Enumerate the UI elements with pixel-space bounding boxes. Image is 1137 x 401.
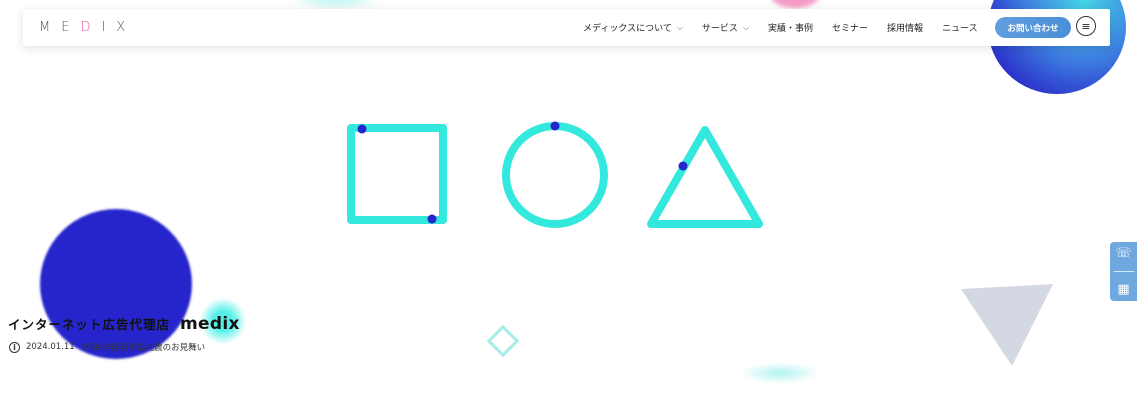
gray-triangle-shape: [961, 284, 1053, 366]
phone-icon[interactable]: ☏: [1115, 247, 1131, 260]
nav-item-label: ニュース: [942, 24, 978, 34]
nav-item-label: 実績・事例: [768, 24, 814, 34]
chevron-down-icon: ⌵: [742, 22, 750, 32]
nav-item-seminar[interactable]: セミナー: [832, 21, 868, 34]
logo-text-accent: D: [80, 20, 102, 35]
side-tabs-divider: [1113, 270, 1134, 272]
nav-item-about[interactable]: メディックスについて ⌵: [583, 21, 683, 35]
logo-text-after: IX: [101, 20, 137, 35]
circle-dot-top: [550, 121, 560, 131]
chevron-down-icon: ⌵: [676, 22, 683, 32]
nav-item-recruit[interactable]: 採用情報: [887, 21, 923, 34]
info-icon: i: [9, 341, 20, 353]
square-dot-top-left: [357, 124, 367, 134]
square-shape: [347, 124, 447, 224]
nav-item-label: 採用情報: [887, 24, 924, 34]
hero-brand: medix: [180, 314, 240, 334]
nav-item-label: サービス: [701, 24, 738, 34]
contact-button[interactable]: お問い合わせ: [995, 17, 1071, 38]
triangle-shape: [647, 126, 763, 228]
calendar-icon[interactable]: ▦: [1117, 283, 1129, 296]
logo[interactable]: MEDIX: [39, 20, 136, 35]
nav-item-cases[interactable]: 実績・事例: [768, 21, 813, 34]
small-diamond-shape: [486, 324, 520, 358]
site-header: MEDIX メディックスについて ⌵ サービス ⌵ 実績・事例 セミナー 採用情…: [23, 9, 1110, 46]
logo-text-before: ME: [39, 20, 81, 35]
nav-item-label: セミナー: [832, 24, 869, 34]
nav-item-news[interactable]: ニュース: [942, 21, 978, 34]
news-title-link[interactable]: 令和6年能登半島地震のお見舞い: [81, 341, 205, 353]
nav-item-services[interactable]: サービス ⌵: [701, 21, 750, 35]
triangle-dot-left: [678, 161, 688, 171]
hero-tagline: インターネット広告代理店 medix: [8, 314, 240, 334]
main-nav: メディックスについて ⌵ サービス ⌵ 実績・事例 セミナー 採用情報 ニュース: [583, 9, 997, 46]
side-floating-tabs: ☏ ▦: [1110, 242, 1137, 301]
circle-shape: [502, 122, 608, 228]
hamburger-icon[interactable]: ≡: [1076, 16, 1096, 36]
hero-tagline-text: インターネット広告代理店: [8, 317, 171, 332]
news-date: 2024.01.11: [26, 342, 75, 352]
news-ticker: i 2024.01.11 令和6年能登半島地震のお見舞い: [9, 341, 205, 353]
square-dot-bottom-right: [427, 214, 437, 224]
nav-item-label: メディックスについて: [583, 24, 672, 34]
